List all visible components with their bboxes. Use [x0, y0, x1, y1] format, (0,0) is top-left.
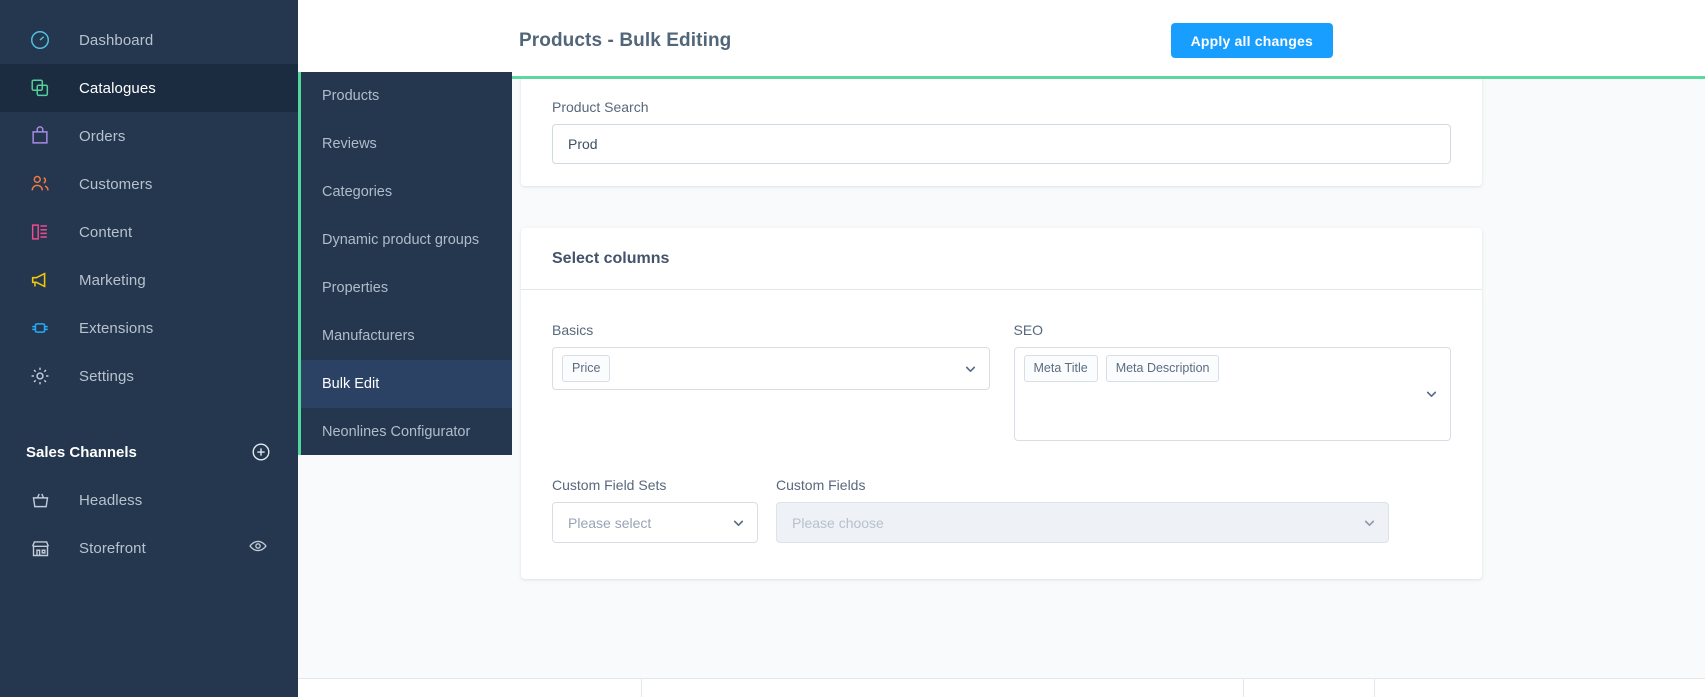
custom-field-sets-label: Custom Field Sets	[552, 477, 667, 493]
select-columns-header: Select columns	[521, 228, 1482, 290]
table-column-divider	[1243, 679, 1244, 697]
sidebar-item-label: Settings	[79, 367, 134, 385]
orders-icon	[26, 124, 54, 148]
chip-price[interactable]: Price	[562, 355, 611, 382]
basket-icon	[26, 488, 54, 512]
sidebar-item-dashboard[interactable]: Dashboard	[0, 16, 298, 64]
content-icon	[26, 220, 54, 244]
dashboard-icon	[26, 28, 54, 52]
basics-label: Basics	[552, 322, 594, 338]
basics-multiselect[interactable]: Price	[552, 347, 990, 390]
sidebar-item-label: Storefront	[79, 539, 146, 557]
sidebar-item-headless[interactable]: Headless	[0, 476, 298, 524]
seo-field-group: SEO Meta Title Meta Description	[1013, 322, 1451, 441]
sidebar-item-label: Headless	[79, 491, 143, 509]
custom-fields-group: Custom Fields Please choose	[776, 477, 1389, 543]
sidebar-item-label: Content	[79, 223, 133, 241]
marketing-icon	[26, 268, 54, 292]
chip-meta-title[interactable]: Meta Title	[1023, 355, 1098, 382]
chevron-down-icon	[732, 516, 745, 529]
sales-channels-header: Sales Channels	[0, 428, 298, 476]
subnav-item-bulk-edit[interactable]: Bulk Edit	[301, 360, 512, 408]
eye-icon[interactable]	[248, 536, 268, 561]
custom-field-sets-select[interactable]: Please select	[552, 502, 758, 543]
seo-multiselect[interactable]: Meta Title Meta Description	[1013, 347, 1451, 441]
extensions-icon	[26, 316, 54, 340]
chevron-down-icon	[1425, 388, 1438, 401]
sidebar-item-orders[interactable]: Orders	[0, 112, 298, 160]
secondary-sidebar: Products Reviews Categories Dynamic prod…	[298, 72, 512, 455]
custom-field-sets-placeholder: Please select	[568, 514, 652, 531]
apply-all-changes-button[interactable]: Apply all changes	[1170, 23, 1333, 58]
sidebar-item-label: Orders	[79, 127, 126, 145]
sidebar-item-settings[interactable]: Settings	[0, 352, 298, 400]
sidebar-item-label: Customers	[79, 175, 153, 193]
subnav-item-products[interactable]: Products	[301, 72, 512, 120]
product-search-card: Product Search	[521, 79, 1482, 186]
chip-meta-description[interactable]: Meta Description	[1105, 355, 1220, 382]
custom-fields-label: Custom Fields	[776, 477, 866, 493]
product-search-body: Product Search	[521, 79, 1482, 164]
custom-fields-select: Please choose	[776, 502, 1389, 543]
subnav-item-categories[interactable]: Categories	[301, 168, 512, 216]
chevron-down-icon	[1363, 516, 1376, 529]
product-search-input[interactable]	[552, 124, 1451, 164]
primary-sidebar: Dashboard Catalogues Orders Customers Co…	[0, 0, 298, 697]
chevron-down-icon	[964, 362, 977, 375]
sidebar-item-storefront[interactable]: Storefront	[0, 524, 298, 572]
page-header: Products - Bulk Editing Apply all change…	[298, 0, 1705, 79]
table-column-divider	[1374, 679, 1375, 697]
customers-icon	[26, 172, 54, 196]
app-root: Dashboard Catalogues Orders Customers Co…	[0, 0, 1705, 697]
subnav-item-reviews[interactable]: Reviews	[301, 120, 512, 168]
sidebar-item-customers[interactable]: Customers	[0, 160, 298, 208]
seo-label: SEO	[1013, 322, 1044, 338]
catalogues-icon	[26, 76, 54, 100]
sidebar-item-label: Marketing	[79, 271, 146, 289]
main-content: Product Search Select columns Basics Pri…	[512, 79, 1705, 697]
custom-field-sets-group: Custom Field Sets Please select	[552, 477, 758, 543]
select-columns-card: Select columns Basics Price SEO Meta Tit…	[521, 228, 1482, 579]
sidebar-item-marketing[interactable]: Marketing	[0, 256, 298, 304]
columns-row-primary: Basics Price SEO Meta Title Meta Descrip…	[521, 290, 1482, 441]
subnav-item-neonlines-configurator[interactable]: Neonlines Configurator	[301, 408, 512, 456]
sidebar-item-label: Extensions	[79, 319, 154, 337]
subnav-item-manufacturers[interactable]: Manufacturers	[301, 312, 512, 360]
select-columns-title: Select columns	[552, 250, 670, 267]
gear-icon	[26, 364, 54, 388]
subnav-item-properties[interactable]: Properties	[301, 264, 512, 312]
main-nav-list: Dashboard Catalogues Orders Customers Co…	[0, 0, 298, 400]
columns-row-custom: Custom Field Sets Please select Custom F…	[521, 441, 1482, 543]
plus-circle-icon[interactable]	[250, 441, 272, 463]
product-search-label: Product Search	[552, 99, 649, 115]
custom-fields-placeholder: Please choose	[792, 514, 884, 531]
page-title: Products - Bulk Editing	[519, 30, 732, 51]
sidebar-item-label: Catalogues	[79, 79, 156, 97]
results-table-header-peek	[298, 678, 1705, 697]
sales-channels-title: Sales Channels	[26, 443, 137, 461]
table-column-divider	[641, 679, 642, 697]
subnav-item-dynamic-product-groups[interactable]: Dynamic product groups	[301, 216, 512, 264]
sidebar-item-label: Dashboard	[79, 31, 154, 49]
storefront-icon	[26, 536, 54, 560]
sidebar-item-catalogues[interactable]: Catalogues	[0, 64, 298, 112]
sidebar-item-content[interactable]: Content	[0, 208, 298, 256]
basics-field-group: Basics Price	[552, 322, 990, 441]
sidebar-item-extensions[interactable]: Extensions	[0, 304, 298, 352]
